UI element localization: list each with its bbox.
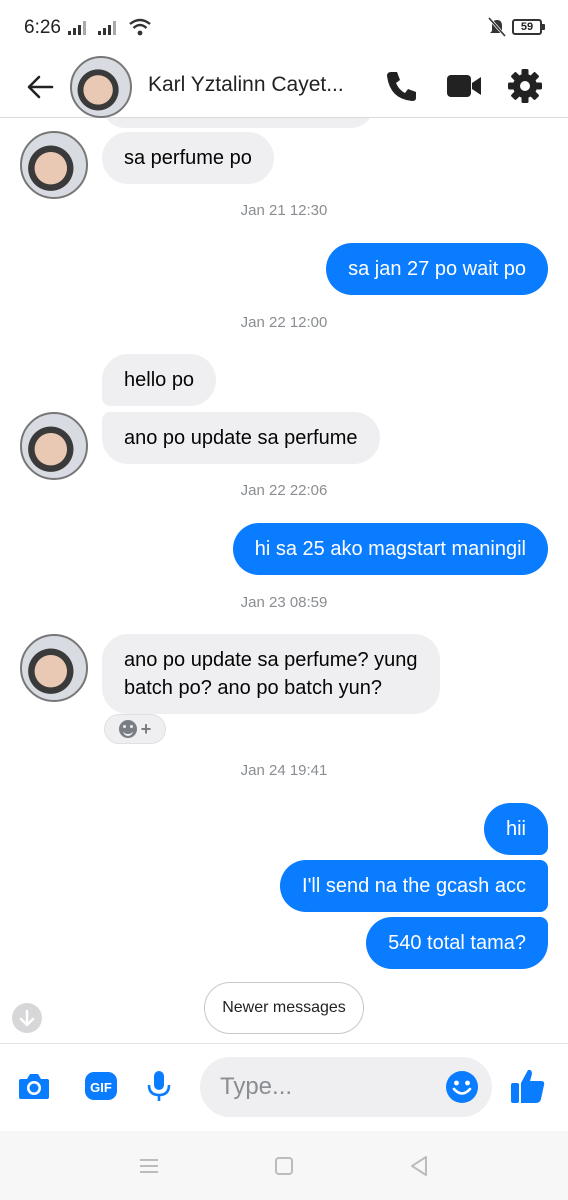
plus-icon: + [140,719,152,739]
add-reaction-button[interactable]: + [104,714,166,744]
timestamp: Jan 24 19:41 [240,762,328,779]
message-bubble-outgoing[interactable]: 540 total tama? [366,917,548,969]
battery-icon: 59 [512,19,545,35]
timestamp: Jan 22 22:06 [240,482,328,499]
contact-name[interactable]: Karl Yztalinn Cayet... [148,73,368,97]
sender-avatar[interactable] [20,131,88,199]
sender-avatar[interactable] [20,634,88,702]
svg-text:GIF: GIF [90,1080,112,1095]
back-arrow-icon[interactable] [24,70,58,104]
message-input-box[interactable] [200,1057,492,1117]
message-bubble-outgoing[interactable]: I'll send na the gcash acc [280,860,548,912]
message-bubble-incoming[interactable]: ano po update sa perfume? yung batch po?… [102,634,440,714]
contact-avatar[interactable] [70,56,132,118]
newer-messages-button[interactable]: Newer messages [204,982,364,1034]
message-input[interactable] [220,1069,430,1105]
phone-call-icon[interactable] [382,66,422,106]
camera-icon[interactable] [16,1068,52,1104]
emoji-icon [118,720,137,738]
timestamp: Jan 21 12:30 [240,202,328,219]
signal-icon-1 [68,19,86,35]
microphone-icon[interactable] [141,1068,177,1104]
message-bubble-incoming[interactable]: hello po [102,354,217,406]
settings-gear-icon[interactable] [505,66,545,106]
sender-avatar[interactable] [20,412,88,480]
back-triangle-icon[interactable] [404,1151,434,1181]
timestamp: Jan 22 12:00 [240,314,328,331]
message-bubble-outgoing[interactable]: hii [483,803,548,855]
message-bubble-partial[interactable] [102,118,374,128]
message-bubble-outgoing[interactable]: hi sa 25 ako magstart maningil [232,523,548,575]
message-list[interactable]: sa perfume po Jan 21 12:30 sa jan 27 po … [0,118,568,1043]
gif-icon[interactable]: GIF [83,1068,119,1104]
video-call-icon[interactable] [444,66,484,106]
menu-icon[interactable] [134,1151,164,1181]
arrow-down-icon [19,1009,35,1027]
conversation-header: Karl Yztalinn Cayet... [0,56,568,118]
bell-muted-icon [488,17,506,37]
message-bubble-incoming[interactable]: sa perfume po [102,132,274,184]
signal-icon-2 [98,19,116,35]
message-bubble-outgoing[interactable]: sa jan 27 po wait po [326,243,548,295]
wifi-icon [129,18,151,36]
scroll-to-bottom-button[interactable] [12,1003,42,1033]
message-bubble-incoming[interactable]: ano po update sa perfume [102,412,380,464]
like-icon[interactable] [508,1066,548,1106]
message-line: ano po update sa perfume? yung [124,649,418,671]
emoji-icon[interactable] [444,1069,480,1105]
system-navigation-bar [0,1131,568,1200]
home-icon[interactable] [269,1151,299,1181]
timestamp: Jan 23 08:59 [240,594,328,611]
message-line: batch po? ano po batch yun? [124,677,382,699]
message-composer: GIF [0,1043,568,1131]
status-bar: 6:26 59 [0,0,568,56]
status-time: 6:26 [24,17,61,38]
